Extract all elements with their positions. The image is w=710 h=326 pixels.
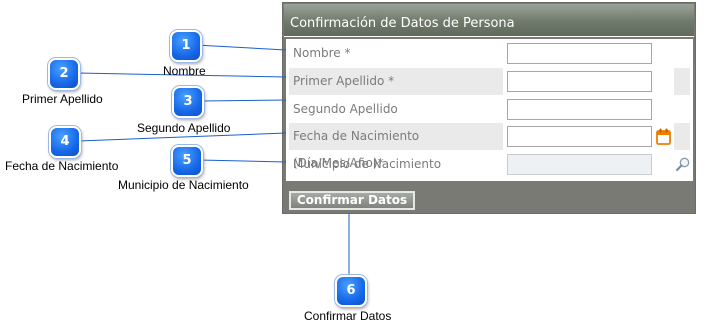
callout-badge-2: 2 — [48, 58, 80, 90]
callout-label-5: Municipio de Nacimiento — [118, 178, 249, 192]
connector-line-3 — [201, 99, 287, 102]
callout-badge-3: 3 — [172, 86, 204, 118]
callout-badge-4: 4 — [49, 126, 81, 158]
callout-badge-5: 5 — [171, 145, 203, 177]
callout-badge-6: 6 — [335, 275, 367, 307]
connector-line-5 — [198, 159, 287, 163]
callout-label-6: Confirmar Datos — [304, 309, 392, 323]
callout-label-3: Segundo Apellido — [137, 121, 231, 135]
callout-label-2: Primer Apellido — [22, 92, 103, 106]
callout-badge-1: 1 — [170, 30, 202, 62]
callout-label-1: Nombre — [163, 64, 206, 78]
callout-label-4: Fecha de Nacimiento — [5, 159, 119, 173]
connector-line-1 — [195, 44, 287, 51]
